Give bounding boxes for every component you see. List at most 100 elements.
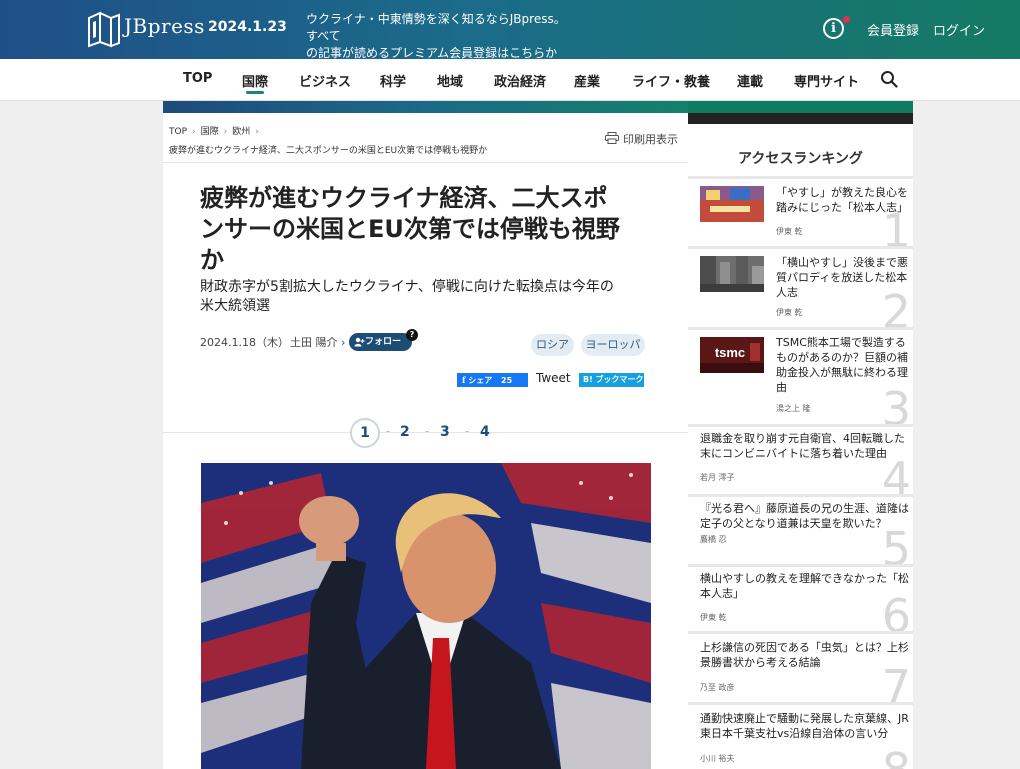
author-link[interactable]: 土田 陽介 › [290, 334, 345, 350]
ranking-title-2-line[interactable]: 質パロディを放送した松本 [776, 270, 908, 285]
ranking-title-4-line[interactable]: 退職金を取り崩す元自衛官、4回転職した [700, 431, 905, 446]
ranking-item-8[interactable]: 通勤快速廃止で騒動に発展した京葉線、JR 東日本千葉支社vs沿線自治体の言い分 … [688, 705, 913, 769]
share-label[interactable]: シェア [468, 376, 492, 385]
rank-number-5: 5 [881, 522, 911, 564]
ranking-author-3: 湯之上 隆 [776, 404, 811, 413]
ranking-title-3-line[interactable]: 助金投入が無駄に終わる理 [776, 365, 908, 380]
ranking-title-7-line[interactable]: 上杉謙信の死因である「虫気」とは？上杉 [700, 640, 909, 655]
print-view-link[interactable]: 印刷用表示 [623, 131, 678, 147]
ranking-thumb-2[interactable] [700, 256, 764, 292]
ranking-thumb-3[interactable]: tsmc [700, 337, 764, 373]
nav-item-top[interactable]: TOP [183, 71, 212, 86]
rank-number-8: 8 [882, 747, 911, 769]
ranking-title: アクセスランキング [738, 151, 863, 167]
header-date: 2024.1.23 [208, 19, 287, 35]
ranking-thumb-2-image [700, 256, 764, 292]
rank-number-6: 6 [881, 589, 911, 631]
ranking-title-6-line[interactable]: 本人志」 [700, 586, 909, 601]
follow-label[interactable]: フォロー [365, 337, 401, 347]
ranking-author-2: 伊東 乾 [776, 308, 803, 317]
page-current[interactable]: 1 [350, 418, 380, 448]
page-link-2[interactable]: 2 [400, 424, 410, 440]
ranking-title-1-line[interactable]: 「やすし」が教えた良心を [776, 185, 908, 200]
ranking-title-7-line[interactable]: 景勝書状から考える結論 [700, 655, 909, 670]
follow-button[interactable]: フォロー [349, 333, 412, 351]
nav-active-indicator [246, 91, 264, 94]
ranking-title-5-line[interactable]: 『光る君へ』藤原道長の兄の生涯、道隆は [700, 501, 909, 516]
info-icon[interactable]: i [823, 18, 844, 39]
ranking-author-8: 小川 裕夫 [700, 754, 735, 763]
ranking-title-8-line[interactable]: 通勤快速廃止で騒動に発展した京葉線、JR [700, 711, 909, 726]
ranking-item-4[interactable]: 退職金を取り崩す元自衛官、4回転職した 末にコンビニバイトに落ち着いた理由 若月… [688, 427, 913, 494]
page-link-3[interactable]: 3 [440, 424, 450, 440]
nav-item-international[interactable]: 国際 [242, 71, 268, 90]
pagination-dash: - [425, 424, 430, 438]
nav-item-region[interactable]: 地域 [437, 71, 463, 90]
ranking-item-5[interactable]: 『光る君へ』藤原道長の兄の生涯、道隆は 定子の父となり道兼は天皇を欺いた？ 鷹橋… [688, 497, 913, 564]
tweet-button[interactable]: Tweet [536, 371, 571, 385]
ranking-title-6-line[interactable]: 横山やすしの教えを理解できなかった「松 [700, 571, 909, 586]
ranking-item-2[interactable]: 「横山やすし」没後まで悪 質パロディを放送した松本 人志 伊東 乾 2 [688, 249, 913, 327]
ranking-author-6: 伊東 乾 [700, 613, 727, 622]
article-subtitle-line-2: 米大統領選 [200, 298, 270, 314]
nav-item-life-culture[interactable]: ライフ・教養 [632, 71, 710, 90]
ranking-title-4[interactable]: 退職金を取り崩す元自衛官、4回転職した 末にコンビニバイトに落ち着いた理由 [700, 431, 905, 461]
ranking-item-7[interactable]: 上杉謙信の死因である「虫気」とは？上杉 景勝書状から考える結論 乃至 政彦 7 [688, 634, 913, 702]
nav-item-special-sites[interactable]: 専門サイト [794, 71, 859, 90]
ranking-title-8[interactable]: 通勤快速廃止で騒動に発展した京葉線、JR 東日本千葉支社vs沿線自治体の言い分 [700, 711, 909, 741]
ranking-title-3-line[interactable]: ものがあるのか？巨額の補 [776, 350, 908, 365]
nav-item-science[interactable]: 科学 [380, 71, 406, 90]
tag-russia[interactable]: ロシア [531, 334, 574, 356]
ranking-item-6[interactable]: 横山やすしの教えを理解できなかった「松 本人志」 伊東 乾 6 [688, 567, 913, 631]
ranking-title-8-line[interactable]: 東日本千葉支社vs沿線自治体の言い分 [700, 726, 909, 741]
breadcrumb-top[interactable]: TOP [169, 127, 187, 137]
ranking-title-4-line[interactable]: 末にコンビニバイトに落ち着いた理由 [700, 446, 905, 461]
ranking-author-5: 鷹橋 忍 [700, 535, 727, 544]
article-subtitle: 財政赤字が5割拡大したウクライナ、停戦に向けた転換点は今年の 米大統領選 [200, 278, 652, 316]
member-register-link[interactable]: 会員登録 [867, 20, 919, 39]
chevron-right-icon: › [255, 127, 259, 137]
ranking-item-1[interactable]: 「やすし」が教えた良心を 踏みにじった「松本人志」 伊東 乾 1 [688, 179, 913, 246]
nav-item-series[interactable]: 連載 [737, 71, 763, 90]
page-link-4[interactable]: 4 [480, 424, 490, 440]
ranking-thumb-3-logo-text: tsmc [715, 345, 745, 360]
article-title-line-1: 疲弊が進むウクライナ経済、二大スポ [200, 184, 608, 212]
tag-europe[interactable]: ヨーロッパ [581, 334, 645, 356]
article-photo [201, 463, 651, 769]
breadcrumb: TOP › 国際 › 欧州 › [169, 124, 264, 137]
breadcrumb-europe[interactable]: 欧州 [232, 127, 250, 137]
share-count: 25 [501, 376, 513, 385]
ranking-title-3-line[interactable]: TSMC熊本工場で製造する [776, 335, 908, 350]
nav-item-politics-economy[interactable]: 政治経済 [494, 71, 546, 90]
search-icon[interactable] [880, 70, 898, 88]
follow-help-icon[interactable]: ? [406, 329, 418, 341]
logo-text[interactable]: JBpress [124, 14, 205, 38]
hatena-bookmark-button[interactable]: B! ブックマーク [579, 373, 644, 387]
ranking-item-3[interactable]: tsmc TSMC熊本工場で製造する ものがあるのか？巨額の補 助金投入が無駄に… [688, 330, 913, 424]
sidebar-top-band [688, 101, 913, 113]
main-nav: TOP 国際 ビジネス 科学 地域 政治経済 産業 ライフ・教養 連載 専門サイ… [0, 59, 1020, 101]
article-top-band [163, 101, 688, 113]
author-name[interactable]: 土田 陽介 [290, 336, 338, 349]
ranking-title-5[interactable]: 『光る君へ』藤原道長の兄の生涯、道隆は 定子の父となり道兼は天皇を欺いた？ [700, 501, 909, 531]
nav-item-business[interactable]: ビジネス [299, 71, 351, 90]
ranking-author-4: 若月 澪子 [700, 473, 735, 482]
ranking-title-2-line[interactable]: 「横山やすし」没後まで悪 [776, 255, 908, 270]
divider [163, 162, 688, 163]
ranking-author-7: 乃至 政彦 [700, 683, 735, 692]
nav-item-industry[interactable]: 産業 [574, 71, 600, 90]
ranking-title-7[interactable]: 上杉謙信の死因である「虫気」とは？上杉 景勝書状から考える結論 [700, 640, 909, 670]
facebook-share-button[interactable]: f シェア 25 [457, 373, 528, 387]
print-icon[interactable] [605, 132, 619, 144]
book-logo-icon[interactable] [86, 10, 122, 48]
bookmark-label[interactable]: ブックマーク [596, 375, 644, 384]
promo-line-1[interactable]: ウクライナ・中東情勢を深く知るならJBpress。すべて [306, 11, 574, 45]
ranking-title-5-line[interactable]: 定子の父となり道兼は天皇を欺いた？ [700, 516, 909, 531]
pagination-dash: - [465, 424, 470, 438]
ranking-thumb-1[interactable] [700, 186, 764, 222]
pagination-dash: - [386, 424, 391, 438]
breadcrumb-international[interactable]: 国際 [201, 127, 219, 137]
hatena-icon: B! [583, 375, 593, 384]
login-link[interactable]: ログイン [933, 20, 985, 39]
ranking-title-6[interactable]: 横山やすしの教えを理解できなかった「松 本人志」 [700, 571, 909, 601]
